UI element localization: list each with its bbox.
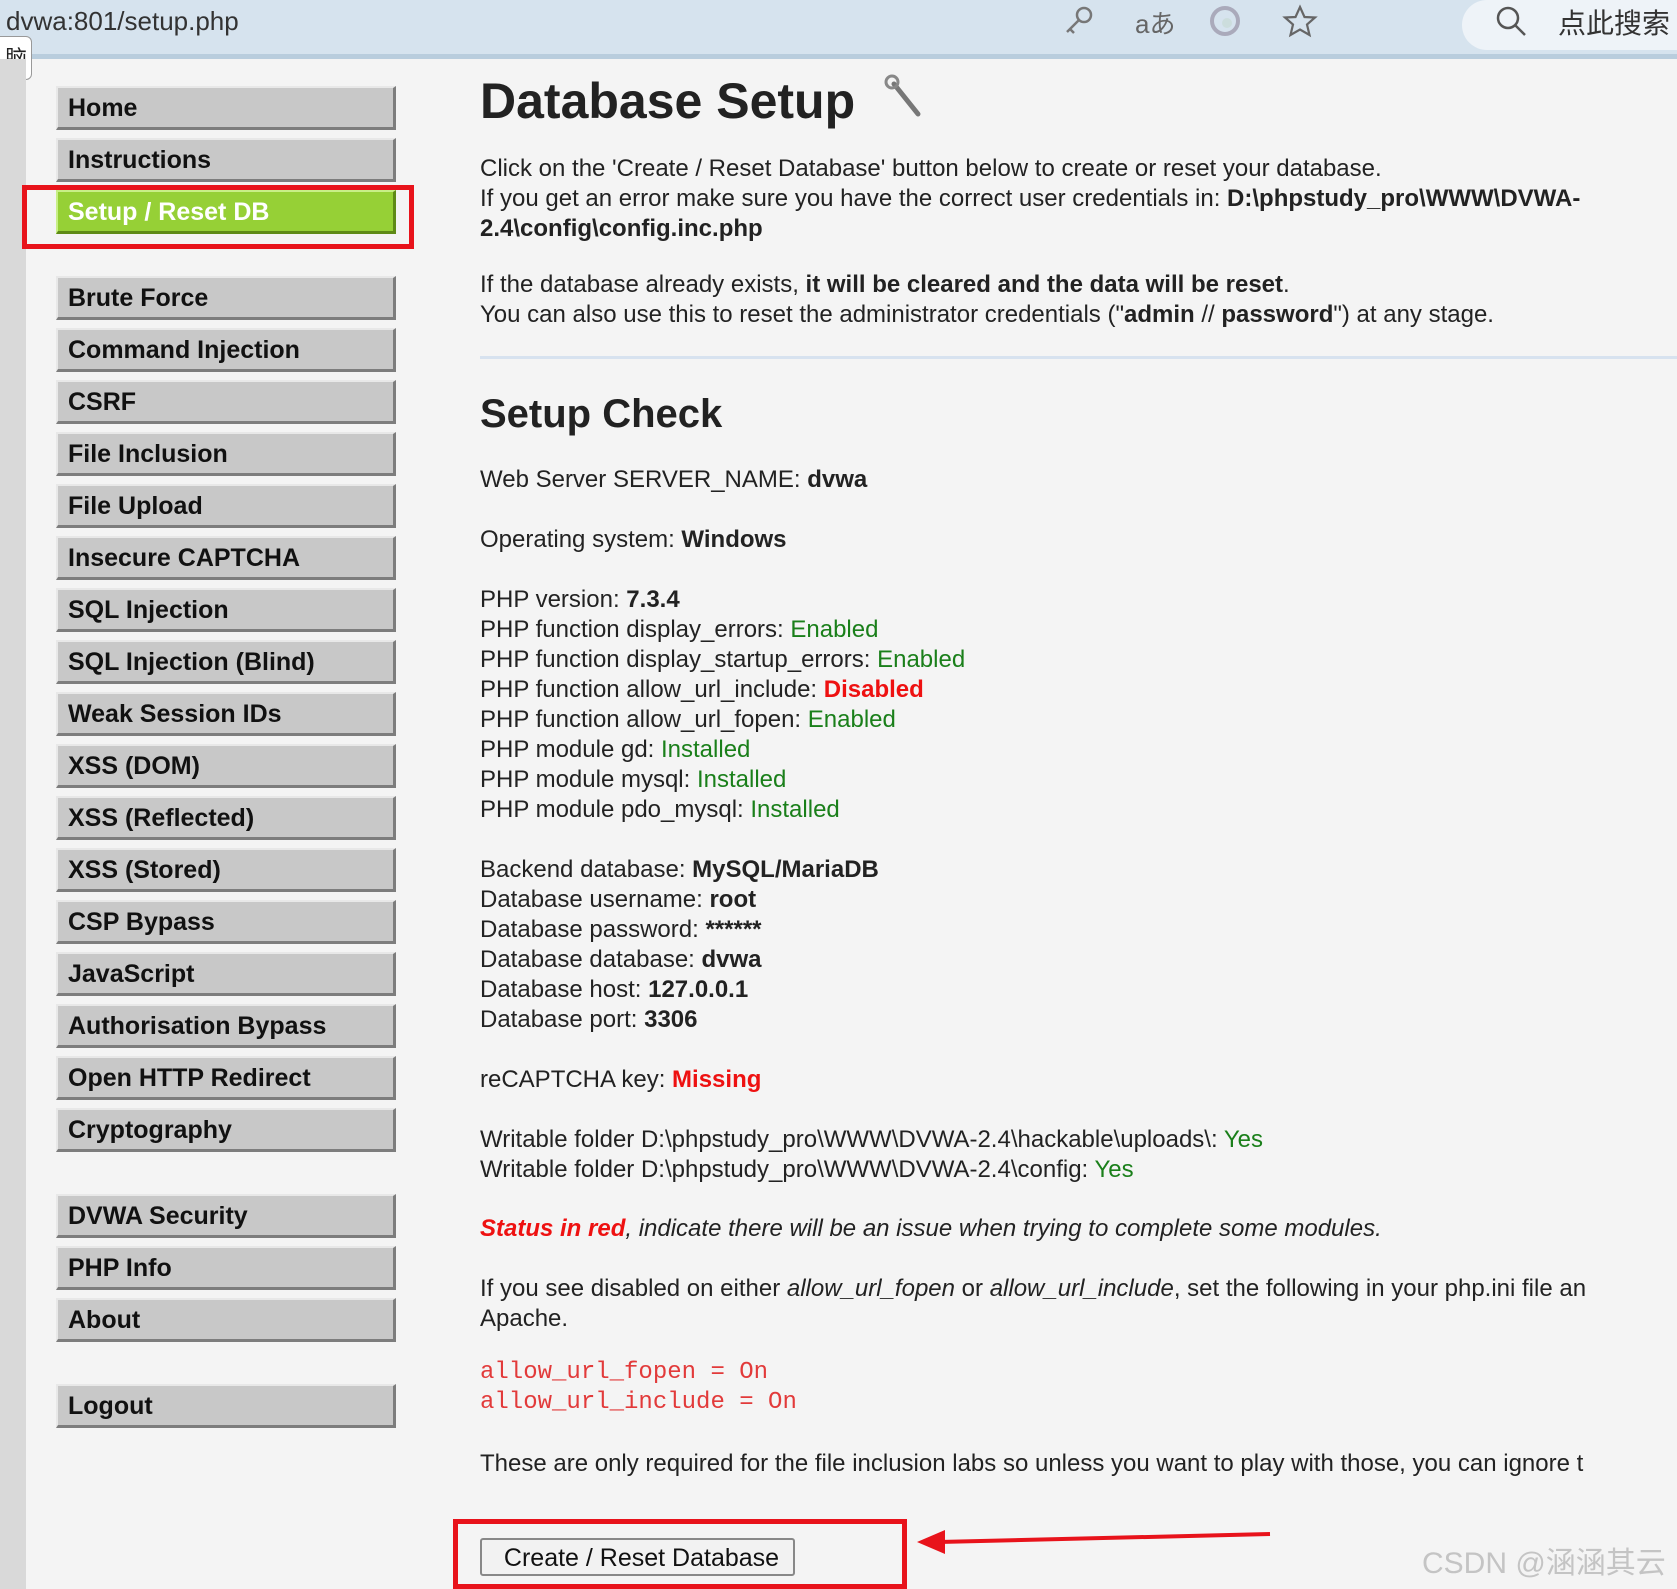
only-required-note: These are only required for the file inc…	[480, 1450, 1584, 1477]
page-title: Database Setup	[480, 73, 856, 129]
menu-item-weak-session-ids[interactable]: Weak Session IDs	[56, 692, 396, 736]
database-check-row: Database port: 3306	[480, 1006, 698, 1033]
php-check-row: PHP function allow_url_include: Disabled	[480, 676, 924, 703]
menu-item-command-injection[interactable]: Command Injection	[56, 328, 396, 372]
disabled-note: If you see disabled on either allow_url_…	[480, 1275, 1587, 1302]
annotation-arrow-icon	[917, 1530, 1271, 1554]
php-check-row: PHP function display_startup_errors: Ena…	[480, 646, 966, 673]
menu-item-authorisation-bypass[interactable]: Authorisation Bypass	[56, 1004, 396, 1048]
menu-item-logout[interactable]: Logout	[56, 1384, 396, 1428]
edge-icon[interactable]	[1208, 4, 1242, 49]
php-check-row: PHP module pdo_mysql: Installed	[480, 796, 840, 823]
server-name-row: Web Server SERVER_NAME: dvwa	[480, 466, 868, 493]
annotation-highlight-button	[453, 1519, 907, 1589]
watermark: CSDN @涵涵其云	[1422, 1547, 1666, 1580]
database-check-row: Database host: 127.0.0.1	[480, 976, 749, 1003]
menu-item-file-inclusion[interactable]: File Inclusion	[56, 432, 396, 476]
menu-item-xss-dom[interactable]: XSS (DOM)	[56, 744, 396, 788]
menu-item-csrf[interactable]: CSRF	[56, 380, 396, 424]
intro-text-2: If you get an error make sure you have t…	[480, 185, 1581, 212]
menu-item-open-http-redirect[interactable]: Open HTTP Redirect	[56, 1056, 396, 1100]
config-path: D:\phpstudy_pro\WWW\DVWA-	[1227, 185, 1581, 212]
menu-item-instructions[interactable]: Instructions	[56, 138, 396, 182]
writable-folder-row: Writable folder D:\phpstudy_pro\WWW\DVWA…	[480, 1156, 1134, 1183]
code-line-2: allow_url_include = On	[480, 1389, 797, 1416]
database-check-row: Database password: ******	[480, 916, 762, 943]
menu-item-xss-reflected[interactable]: XSS (Reflected)	[56, 796, 396, 840]
setup-check-title: Setup Check	[480, 392, 723, 436]
config-path-continued: 2.4\config\config.inc.php	[480, 215, 763, 242]
menu-item-sql-injection-blind[interactable]: SQL Injection (Blind)	[56, 640, 396, 684]
translate-icon[interactable]: aあ	[1135, 4, 1175, 44]
wrench-icon	[882, 74, 926, 127]
database-check-row: Backend database: MySQL/MariaDB	[480, 856, 879, 883]
menu-item-csp-bypass[interactable]: CSP Bypass	[56, 900, 396, 944]
database-check-row: Database database: dvwa	[480, 946, 762, 973]
menu-item-dvwa-security[interactable]: DVWA Security	[56, 1194, 396, 1238]
menu-item-about[interactable]: About	[56, 1298, 396, 1342]
divider	[480, 356, 1677, 359]
search-label[interactable]: 点此搜索	[1558, 4, 1670, 44]
code-line-1: allow_url_fopen = On	[480, 1359, 769, 1386]
menu-item-php-info[interactable]: PHP Info	[56, 1246, 396, 1290]
php-check-row: PHP module mysql: Installed	[480, 766, 787, 793]
left-gutter	[0, 59, 26, 1589]
menu-item-cryptography[interactable]: Cryptography	[56, 1108, 396, 1152]
annotation-highlight-menu	[22, 185, 414, 249]
menu-item-file-upload[interactable]: File Upload	[56, 484, 396, 528]
disabled-note-continued: Apache.	[480, 1305, 569, 1332]
favorite-star-icon[interactable]	[1282, 4, 1318, 51]
menu-item-home[interactable]: Home	[56, 86, 396, 130]
menu-item-insecure-captcha[interactable]: Insecure CAPTCHA	[56, 536, 396, 580]
php-check-row: PHP module gd: Installed	[480, 736, 751, 763]
php-check-row: PHP function allow_url_fopen: Enabled	[480, 706, 896, 733]
reset-credentials-note: You can also use this to reset the admin…	[480, 301, 1494, 328]
exists-warning: If the database already exists, it will …	[480, 271, 1290, 298]
php-check-row: PHP version: 7.3.4	[480, 586, 680, 613]
key-icon[interactable]	[1062, 4, 1096, 49]
writable-folder-row: Writable folder D:\phpstudy_pro\WWW\DVWA…	[480, 1126, 1264, 1153]
php-check-row: PHP function display_errors: Enabled	[480, 616, 879, 643]
os-row: Operating system: Windows	[480, 526, 787, 553]
recaptcha-row: reCAPTCHA key: Missing	[480, 1066, 762, 1093]
status-note: Status in red, indicate there will be an…	[480, 1215, 1382, 1242]
database-check-row: Database username: root	[480, 886, 757, 913]
search-icon[interactable]	[1494, 4, 1528, 49]
menu-item-xss-stored[interactable]: XSS (Stored)	[56, 848, 396, 892]
intro-text-1: Click on the 'Create / Reset Database' b…	[480, 155, 1382, 182]
address-bar-url[interactable]: dvwa:801/setup.php	[6, 6, 239, 37]
menu-item-brute-force[interactable]: Brute Force	[56, 276, 396, 320]
menu-item-javascript[interactable]: JavaScript	[56, 952, 396, 996]
menu-item-sql-injection[interactable]: SQL Injection	[56, 588, 396, 632]
browser-toolbar: dvwa:801/setup.php aあ 点此搜索	[0, 0, 1677, 59]
